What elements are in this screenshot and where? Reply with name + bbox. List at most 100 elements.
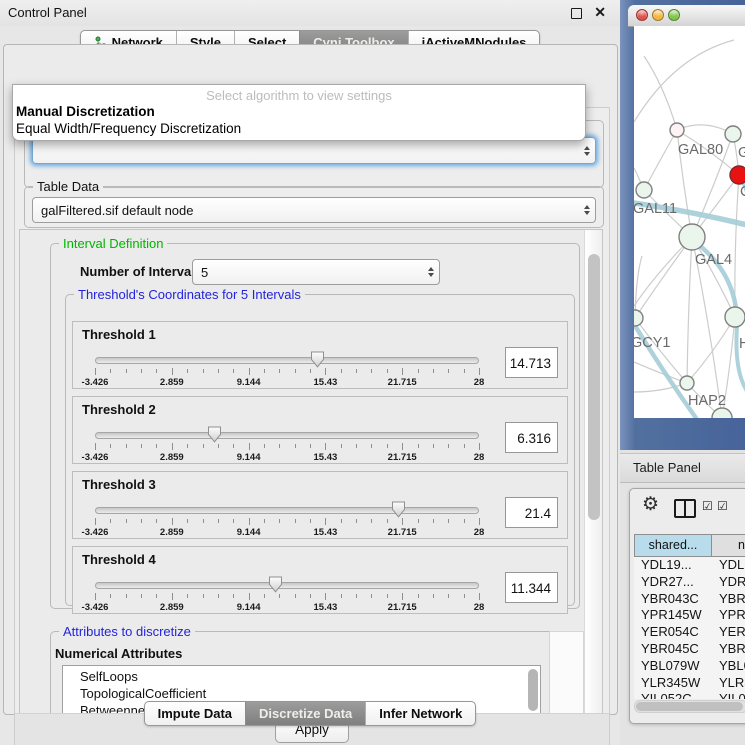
table-row[interactable]: YDR27...YDR2 xyxy=(634,574,745,591)
combo-stepper-icon xyxy=(579,205,595,215)
attribute-item-selfloops[interactable]: SelfLoops xyxy=(63,668,540,685)
network-edge[interactable] xyxy=(644,130,677,190)
tick-mark xyxy=(448,444,449,448)
close-traffic-light-icon[interactable] xyxy=(636,9,648,21)
tick-mark xyxy=(464,369,465,373)
tick-mark xyxy=(218,594,219,598)
slider-track[interactable] xyxy=(95,432,479,439)
slider-thumb[interactable] xyxy=(310,351,325,368)
vertical-scrollbar-track[interactable] xyxy=(584,230,602,713)
tick-mark xyxy=(356,369,357,373)
slider-track[interactable] xyxy=(95,582,479,589)
tick-mark xyxy=(433,369,434,373)
tick-mark xyxy=(387,444,388,448)
checkbox-icon[interactable]: ☑ xyxy=(702,500,713,512)
horizontal-scrollbar-thumb[interactable] xyxy=(636,702,743,711)
threshold-label: Threshold 3 xyxy=(82,477,156,492)
tick-mark xyxy=(479,443,480,450)
close-icon[interactable]: ✕ xyxy=(594,4,606,21)
tick-mark xyxy=(279,369,280,373)
tick-mark xyxy=(172,443,173,450)
vertical-scrollbar-thumb[interactable] xyxy=(588,254,600,520)
tick-mark xyxy=(402,593,403,600)
column-header-name[interactable]: name xyxy=(711,534,745,557)
popup-header: Select algorithm to view settings xyxy=(13,85,585,103)
tab-infer-network[interactable]: Infer Network xyxy=(365,702,475,725)
network-node-gal4[interactable] xyxy=(679,224,705,250)
tick-mark xyxy=(279,594,280,598)
popup-item-manual-discretization[interactable]: Manual Discretization xyxy=(13,103,585,120)
table-data-combo[interactable]: galFiltered.sif default node xyxy=(32,197,596,223)
threshold-value-field[interactable]: 11.344 xyxy=(505,572,558,603)
popup-item-equal-width-frequency-discretization[interactable]: Equal Width/Frequency Discretization xyxy=(13,120,585,137)
threshold-label: Threshold 1 xyxy=(82,327,156,342)
network-edge[interactable] xyxy=(634,40,734,122)
tick-mark xyxy=(295,369,296,373)
network-node[interactable] xyxy=(712,408,732,418)
threshold-value-field[interactable]: 6.316 xyxy=(505,422,558,453)
network-edge[interactable] xyxy=(635,237,692,318)
tick-mark xyxy=(95,368,96,375)
slider-track[interactable] xyxy=(95,507,479,514)
checkbox-icon[interactable]: ☑ xyxy=(717,500,728,512)
tick-mark xyxy=(341,594,342,598)
zoom-traffic-light-icon[interactable] xyxy=(668,9,680,21)
table-row[interactable]: YBR043CYBR0 xyxy=(634,591,745,608)
tick-label: 21.715 xyxy=(388,527,417,538)
float-window-icon[interactable] xyxy=(571,8,582,19)
table-row[interactable]: YER054CYER0 xyxy=(634,624,745,641)
table-row[interactable]: YIL052C YIL0 xyxy=(634,691,745,699)
network-node-gcy1[interactable] xyxy=(634,310,643,326)
tick-label: 28 xyxy=(474,602,485,613)
horizontal-scrollbar-track[interactable] xyxy=(634,700,745,713)
network-window-titlebar[interactable] xyxy=(628,5,745,27)
cell-name: YDR2 xyxy=(719,574,745,591)
network-edge[interactable] xyxy=(687,237,692,383)
network-canvas[interactable]: GAL80GACGAL11GAL4GCY1HHAP2 xyxy=(634,26,745,418)
network-node-ga[interactable] xyxy=(725,126,741,142)
column-header-shared[interactable]: shared... xyxy=(634,534,712,557)
network-node-hap2[interactable] xyxy=(680,376,694,390)
slider-thumb[interactable] xyxy=(207,426,222,443)
network-node-h[interactable] xyxy=(725,307,745,327)
threshold-box: Threshold 4-3.4262.8599.14415.4321.71528… xyxy=(72,546,568,614)
network-graph[interactable]: GAL80GACGAL11GAL4GCY1HHAP2 xyxy=(634,26,745,418)
threshold-value-field[interactable]: 21.4 xyxy=(505,497,558,528)
tick-mark xyxy=(141,369,142,373)
panel-title: Control Panel xyxy=(8,0,87,26)
cell-name: YIL0 xyxy=(719,691,745,699)
tick-mark xyxy=(264,519,265,523)
table-row[interactable]: YBR045CYBR0 xyxy=(634,641,745,658)
threshold-value-field[interactable]: 14.713 xyxy=(505,347,558,378)
network-node-gal11[interactable] xyxy=(636,182,652,198)
network-node-c[interactable] xyxy=(730,166,745,184)
tick-mark xyxy=(126,594,127,598)
algorithm-combo[interactable] xyxy=(32,137,596,164)
number-of-intervals-combo[interactable]: 5 xyxy=(192,259,440,285)
slider-thumb[interactable] xyxy=(391,501,406,518)
thresholds-group: Threshold's Coordinates for 5 Intervals … xyxy=(65,294,575,606)
table-row[interactable]: YDL19...YDL1 xyxy=(634,557,745,574)
columns-icon[interactable] xyxy=(674,499,696,518)
cell-shared-name: YIL052C xyxy=(641,691,692,699)
network-edge[interactable] xyxy=(687,317,735,383)
tick-label: 15.43 xyxy=(314,452,338,463)
table-row[interactable]: YBL079WYBL0 xyxy=(634,658,745,675)
slider-thumb[interactable] xyxy=(268,576,283,593)
network-window-frame[interactable]: GAL80GACGAL11GAL4GCY1HHAP2 xyxy=(620,0,745,450)
tick-mark xyxy=(448,594,449,598)
network-node-gal80[interactable] xyxy=(670,123,684,137)
tick-mark xyxy=(264,444,265,448)
table-row[interactable]: YPR145WYPR1 xyxy=(634,607,745,624)
tab-impute-data[interactable]: Impute Data xyxy=(145,702,245,725)
network-edge[interactable] xyxy=(644,56,677,130)
gear-icon[interactable]: ⚙ xyxy=(642,495,659,514)
tick-mark xyxy=(479,593,480,600)
minimize-traffic-light-icon[interactable] xyxy=(652,9,664,21)
attribute-item-topologicalcoefficient[interactable]: TopologicalCoefficient xyxy=(63,685,540,702)
tick-mark xyxy=(203,369,204,373)
tick-mark xyxy=(279,519,280,523)
slider-track[interactable] xyxy=(95,357,479,364)
tab-discretize-data[interactable]: Discretize Data xyxy=(245,702,365,725)
table-row[interactable]: YLR345WYLR3 xyxy=(634,675,745,692)
